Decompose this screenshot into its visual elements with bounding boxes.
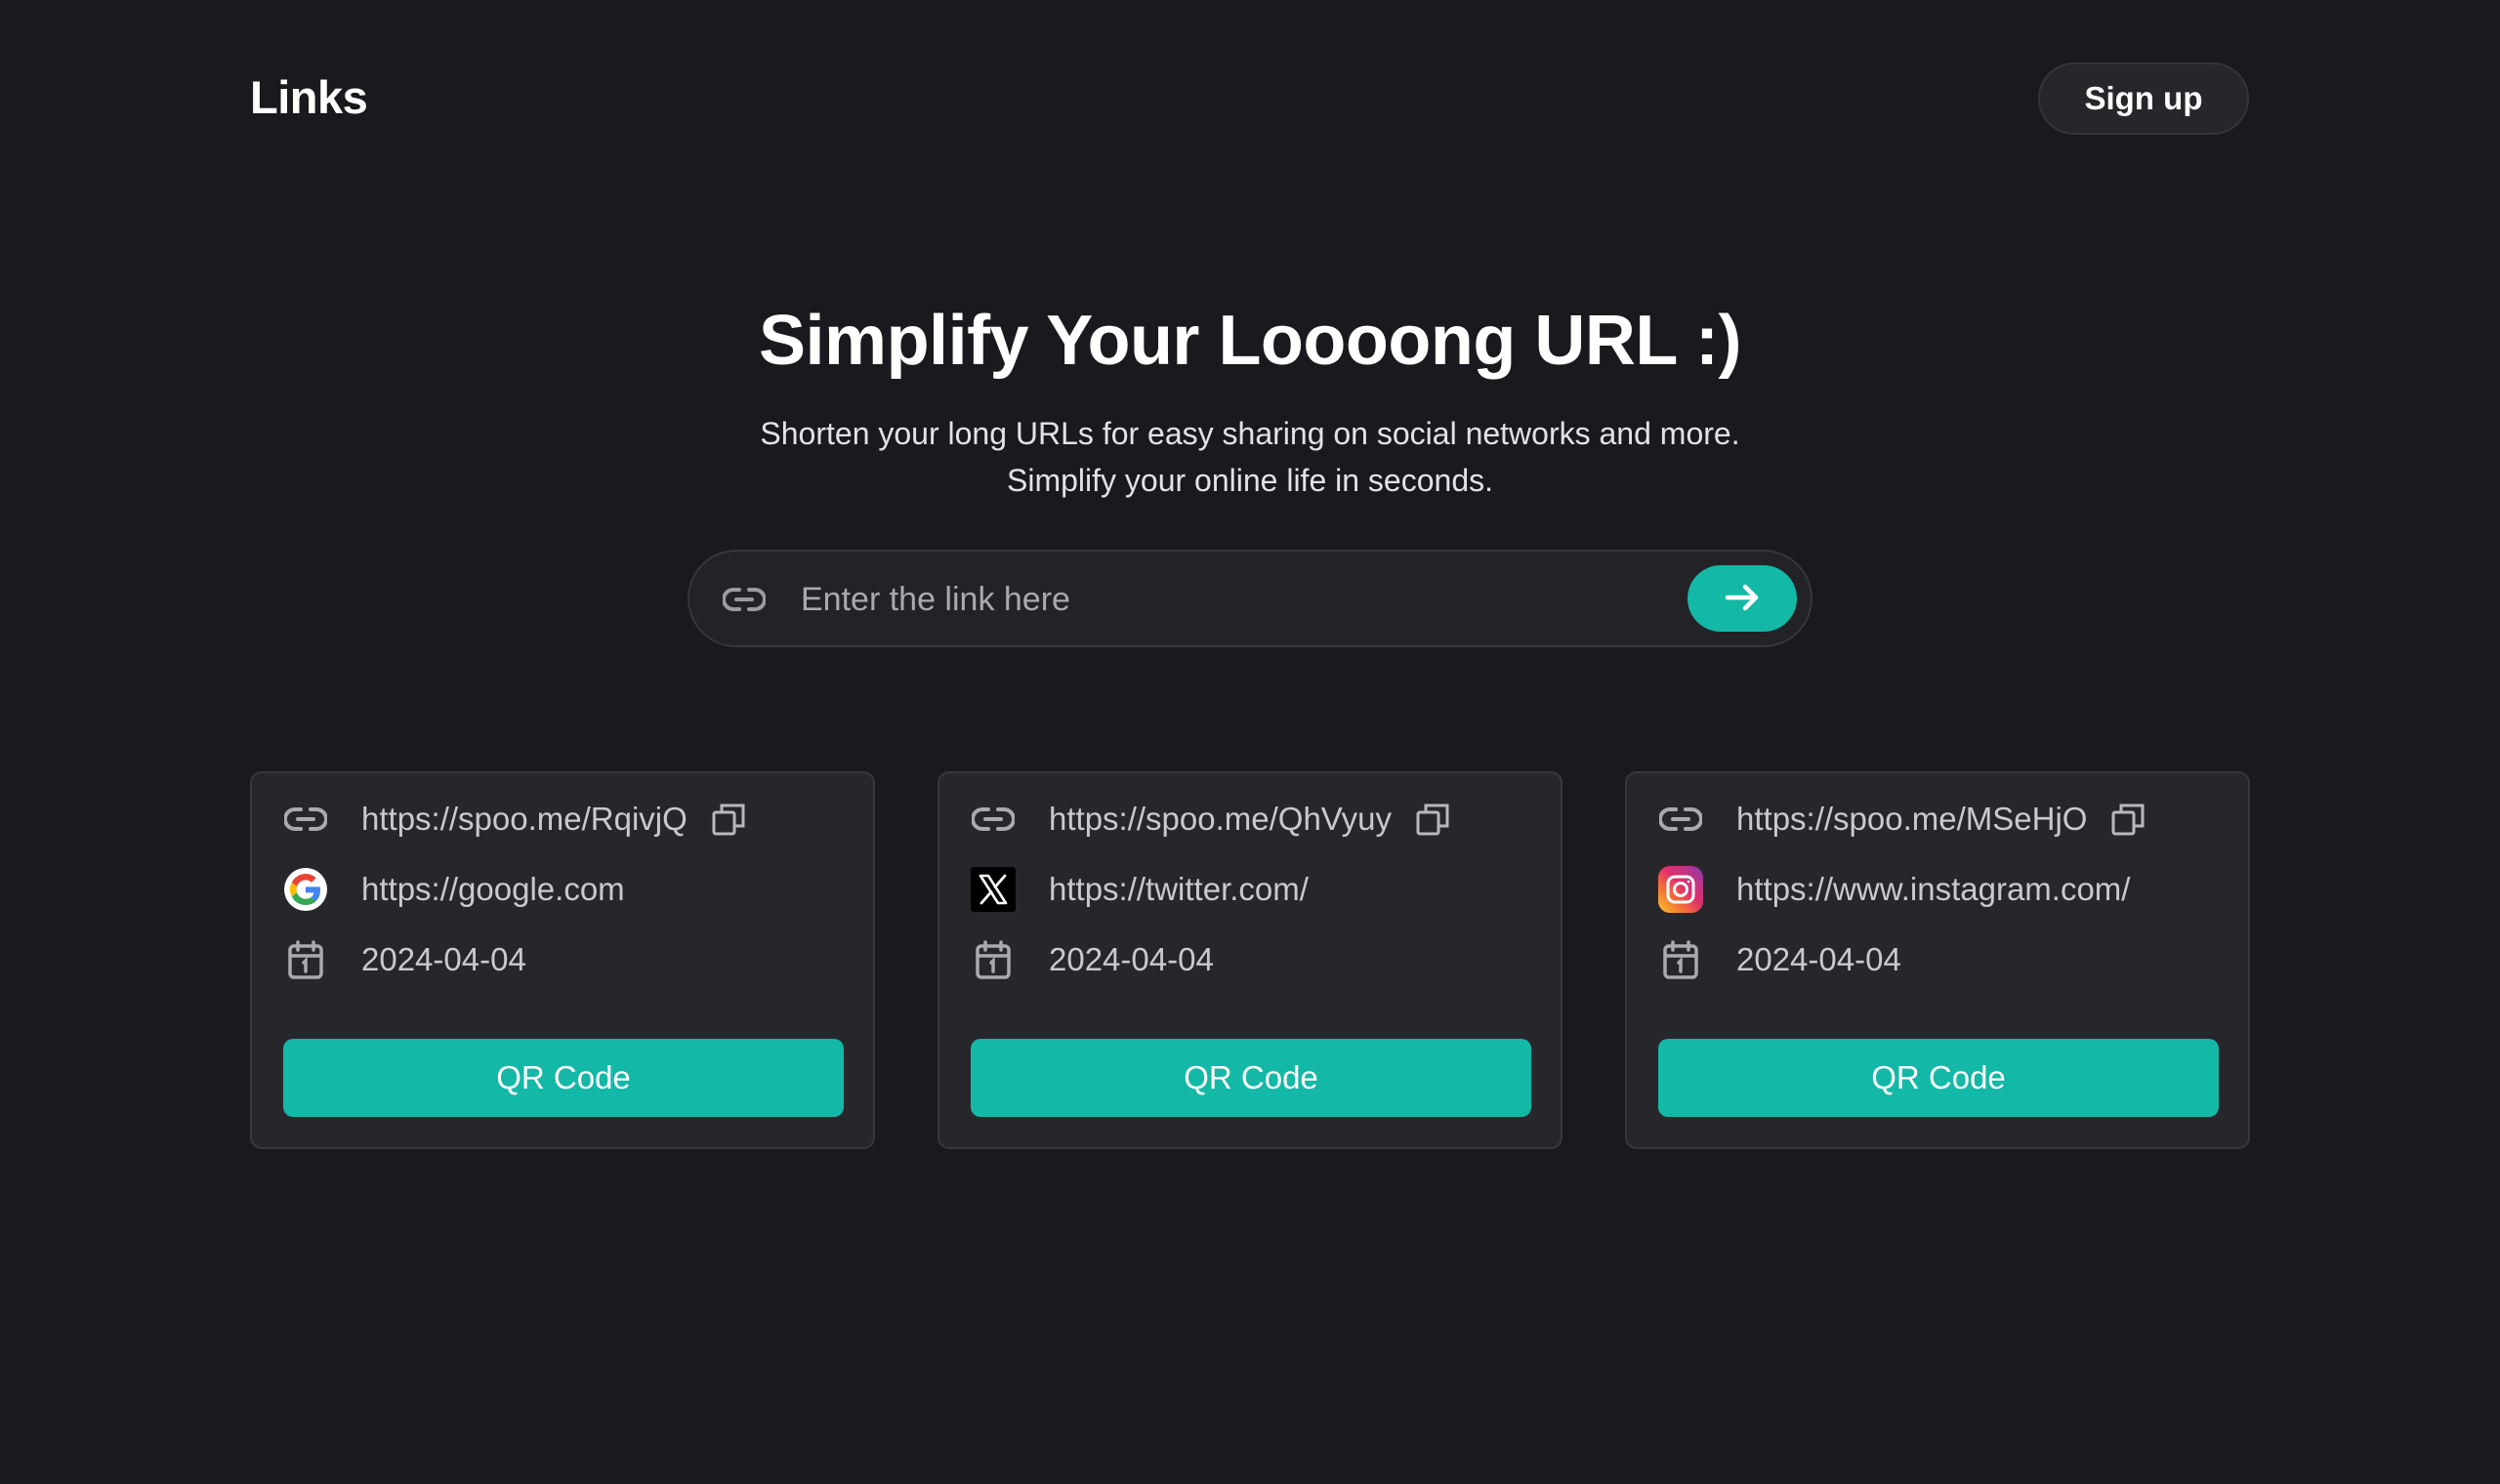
short-url[interactable]: https://spoo.me/RqivjQ (361, 801, 688, 838)
date-row: 2024-04-04 (1658, 935, 1901, 984)
copy-icon[interactable] (2108, 800, 2147, 839)
link-card: https://spoo.me/MSeHjO https://www.insta… (1625, 771, 2250, 1149)
url-input-bar (688, 550, 1812, 647)
copy-icon[interactable] (1413, 800, 1452, 839)
created-date: 2024-04-04 (1049, 941, 1214, 977)
created-date: 2024-04-04 (1736, 941, 1901, 977)
short-url-row: https://spoo.me/QhVyuy (971, 795, 1452, 844)
original-url[interactable]: https://www.instagram.com/ (1736, 871, 2130, 908)
hero-subtitle: Shorten your long URLs for easy sharing … (0, 410, 2500, 504)
instagram-icon (1658, 866, 1703, 913)
link-icon (971, 797, 1016, 842)
page: Links Sign up Simplify Your Loooong URL … (0, 0, 2500, 1484)
short-url[interactable]: https://spoo.me/QhVyuy (1049, 801, 1392, 838)
original-url[interactable]: https://google.com (361, 871, 625, 908)
sign-up-button[interactable]: Sign up (2038, 62, 2249, 135)
original-url-row: https://www.instagram.com/ (1658, 865, 2130, 914)
google-icon (283, 867, 328, 912)
short-url[interactable]: https://spoo.me/MSeHjO (1736, 801, 2087, 838)
hero-subtitle-line-2: Simplify your online life in seconds. (1006, 463, 1493, 498)
calendar-icon (1658, 937, 1703, 982)
qr-code-button[interactable]: QR Code (971, 1039, 1531, 1117)
copy-icon[interactable] (709, 800, 748, 839)
calendar-icon (971, 937, 1016, 982)
short-url-row: https://spoo.me/MSeHjO (1658, 795, 2147, 844)
calendar-icon (283, 937, 328, 982)
url-input[interactable] (799, 571, 1580, 628)
link-card: https://spoo.me/QhVyuy https://twitter.c… (938, 771, 1562, 1149)
x-twitter-icon (971, 867, 1016, 912)
created-date: 2024-04-04 (361, 941, 526, 977)
link-icon (1658, 797, 1703, 842)
hero-title: Simplify Your Loooong URL :) (759, 302, 1741, 380)
short-url-row: https://spoo.me/RqivjQ (283, 795, 748, 844)
shorten-submit-button[interactable] (1688, 565, 1797, 632)
original-url[interactable]: https://twitter.com/ (1049, 871, 1309, 908)
hero-subtitle-line-1: Shorten your long URLs for easy sharing … (760, 416, 1740, 451)
original-url-row: https://google.com (283, 865, 625, 914)
brand-logo[interactable]: Links (250, 70, 368, 124)
date-row: 2024-04-04 (283, 935, 526, 984)
link-icon (283, 797, 328, 842)
qr-code-button[interactable]: QR Code (283, 1039, 844, 1117)
original-url-row: https://twitter.com/ (971, 865, 1309, 914)
link-icon (722, 585, 767, 614)
arrow-right-icon (1724, 583, 1761, 615)
date-row: 2024-04-04 (971, 935, 1214, 984)
link-card: https://spoo.me/RqivjQ https://google.co… (250, 771, 875, 1149)
qr-code-button[interactable]: QR Code (1658, 1039, 2219, 1117)
